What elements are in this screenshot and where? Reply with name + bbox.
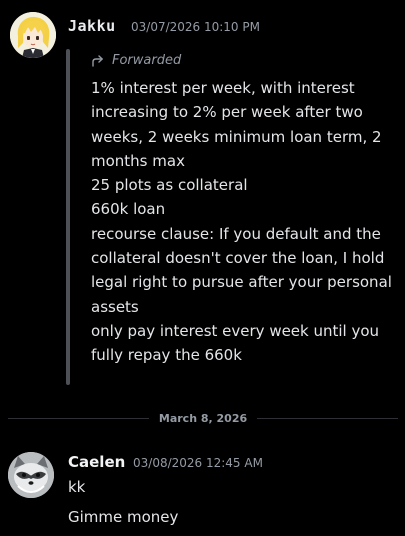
forwarded-message-text: 1% interest per week, with interest incr… xyxy=(91,79,392,365)
forward-quote-bar xyxy=(66,49,70,385)
date-divider: March 8, 2026 xyxy=(8,409,399,427)
message-timestamp: 03/07/2026 10:10 PM xyxy=(131,20,260,34)
divider-line-left xyxy=(8,417,149,419)
author-name[interactable]: Jakku xyxy=(68,16,116,36)
forwarded-label-text: Forwarded xyxy=(112,53,182,68)
avatar-jakku[interactable] xyxy=(10,12,56,58)
message-line: kk xyxy=(68,478,86,496)
avatar-caelen[interactable] xyxy=(8,452,54,498)
forward-arrow-icon xyxy=(91,54,105,68)
raccoon-avatar-icon xyxy=(8,452,54,498)
message-jakku: Jakku 03/07/2026 10:10 PM Forwarded 1% i… xyxy=(0,0,405,395)
anime-girl-avatar-icon xyxy=(10,12,56,58)
forwarded-label: Forwarded xyxy=(91,52,181,70)
message-timestamp: 03/08/2026 12:45 AM xyxy=(133,456,263,470)
divider-line-right xyxy=(257,417,399,419)
divider-date: March 8, 2026 xyxy=(158,411,248,425)
author-name[interactable]: Caelen xyxy=(68,452,125,472)
message-line: Gimme money xyxy=(68,508,179,526)
